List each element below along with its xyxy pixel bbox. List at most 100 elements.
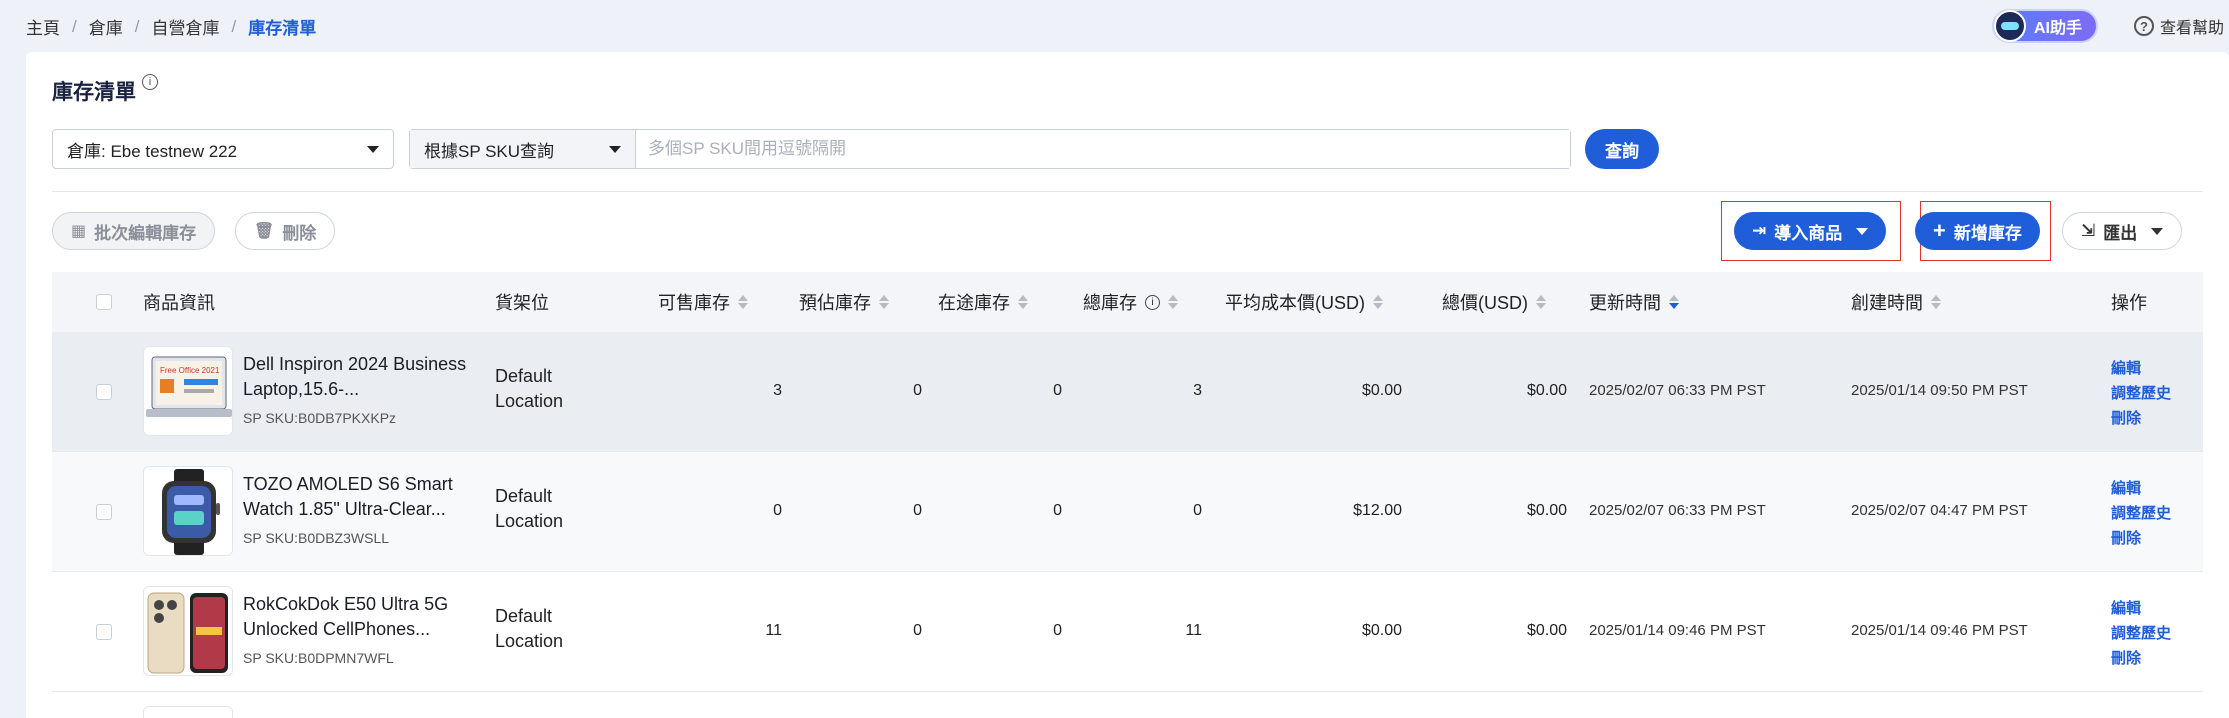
col-avg-cost[interactable]: 平均成本價(USD): [1225, 272, 1383, 332]
select-all-checkbox[interactable]: [96, 294, 112, 310]
question-icon: ?: [2134, 16, 2154, 36]
warehouse-select-value: 倉庫: Ebe testnew 222: [67, 141, 238, 161]
product-sku: SP SKU:B0DBZ3WSLL: [243, 530, 390, 546]
info-icon[interactable]: i: [142, 74, 158, 90]
caret-down-icon: [1856, 227, 1869, 235]
breadcrumb-warehouse[interactable]: 倉庫: [89, 14, 123, 39]
breadcrumb-self-warehouse[interactable]: 自營倉庫: [151, 14, 219, 39]
page-title: 庫存清單: [52, 81, 136, 104]
delete-link[interactable]: 刪除: [2111, 646, 2171, 671]
sort-icon: [1018, 295, 1028, 309]
table-row: RokCokDok E50 Ultra 5G Unlocked CellPhon…: [52, 572, 2203, 692]
created-time: 2025/01/14 09:50 PM PST: [1851, 382, 2028, 399]
breadcrumb-inventory-list: 庫存清單: [248, 19, 317, 38]
caret-down-icon: [367, 146, 379, 153]
caret-down-icon: [2151, 227, 2164, 235]
import-products-button[interactable]: ⇥ 導入商品: [1734, 212, 1887, 250]
delete-link[interactable]: 刪除: [2111, 526, 2171, 551]
export-icon: ⇲: [2081, 221, 2096, 240]
sort-icon: [1931, 295, 1941, 309]
delete-link[interactable]: 刪除: [2111, 406, 2171, 431]
col-updated[interactable]: 更新時間: [1589, 272, 1679, 332]
col-product: 商品資訊: [143, 293, 215, 313]
transit-stock: 0: [1053, 622, 1062, 639]
table-header: 商品資訊 貨架位 可售庫存 預佔庫存 在途庫存 總庫存 i 平均成本價(USD) …: [52, 272, 2203, 332]
total-stock: 3: [1193, 382, 1202, 399]
robot-icon: [1994, 10, 2026, 42]
available-stock: 11: [765, 622, 782, 639]
history-link[interactable]: 調整歷史: [2111, 381, 2171, 406]
row-actions: 編輯 調整歷史 刪除: [2111, 356, 2171, 431]
breadcrumb-home[interactable]: 主頁: [26, 14, 60, 39]
breadcrumb: 主頁 / 倉庫 / 自營倉庫 / 庫存清單: [26, 14, 316, 39]
inventory-card: 庫存清單 i 倉庫: Ebe testnew 222 根據SP SKU查詢 查詢…: [26, 52, 2229, 718]
delete-button[interactable]: 🗑 刪除: [235, 212, 336, 250]
batch-edit-button[interactable]: ▦ 批次編輯庫存: [52, 212, 216, 250]
transit-stock: 0: [1053, 502, 1062, 519]
product-thumbnail: Free Office 2021: [143, 346, 233, 436]
breadcrumb-separator: /: [134, 16, 140, 36]
row-checkbox[interactable]: [96, 384, 112, 400]
sort-icon: [1373, 295, 1383, 309]
warehouse-select[interactable]: 倉庫: Ebe testnew 222: [52, 129, 394, 169]
svg-text:Free Office 2021: Free Office 2021: [160, 366, 220, 375]
row-checkbox[interactable]: [96, 504, 112, 520]
info-icon: i: [1145, 294, 1160, 310]
import-label: 導入商品: [1774, 223, 1843, 243]
edit-link[interactable]: 編輯: [2111, 476, 2171, 501]
export-button[interactable]: ⇲ 匯出: [2062, 212, 2183, 250]
search-type-select[interactable]: 根據SP SKU查詢: [410, 130, 636, 168]
help-label: 查看幫助: [2160, 20, 2225, 37]
ai-assistant-button[interactable]: AI助手: [1992, 9, 2098, 43]
updated-time: 2025/02/07 06:33 PM PST: [1589, 382, 1766, 399]
product-sku: SP SKU:B0DPMN7WFL: [243, 650, 394, 666]
top-bar: 主頁 / 倉庫 / 自營倉庫 / 庫存清單 AI助手 ? 查看幫助: [0, 0, 2229, 50]
row-actions: 編輯 調整歷史 刪除: [2111, 476, 2171, 551]
plus-icon: +: [1933, 218, 1946, 243]
sort-icon: [879, 295, 889, 309]
created-time: 2025/01/14 09:46 PM PST: [1851, 622, 2028, 639]
sort-icon: [1168, 295, 1178, 309]
product-thumbnail: [143, 466, 233, 556]
created-time: 2025/02/07 04:47 PM PST: [1851, 502, 2028, 519]
total-value: $0.00: [1526, 382, 1567, 399]
available-stock: 0: [773, 502, 782, 519]
row-checkbox[interactable]: [96, 624, 112, 640]
batch-edit-label: 批次編輯庫存: [94, 223, 197, 243]
history-link[interactable]: 調整歷史: [2111, 501, 2171, 526]
product-sku: SP SKU:B0DB7PKXKPz: [243, 410, 397, 426]
total-value: $0.00: [1526, 622, 1567, 639]
product-thumbnail: [143, 706, 233, 718]
updated-time: 2025/02/07 06:33 PM PST: [1589, 502, 1766, 519]
delete-label: 刪除: [282, 223, 317, 243]
help-link[interactable]: ? 查看幫助: [2134, 14, 2224, 38]
available-stock: 3: [773, 382, 782, 399]
avg-cost: $0.00: [1361, 622, 1402, 639]
col-total[interactable]: 總庫存 i: [1083, 272, 1178, 332]
export-label: 匯出: [2103, 223, 2138, 243]
transit-stock: 0: [1053, 382, 1062, 399]
col-estimated[interactable]: 預佔庫存: [799, 272, 889, 332]
col-total-value[interactable]: 總價(USD): [1442, 272, 1546, 332]
caret-down-icon: [609, 146, 621, 153]
total-stock: 11: [1185, 622, 1202, 639]
divider: [52, 191, 2203, 192]
query-button[interactable]: 查詢: [1585, 129, 1659, 169]
col-transit[interactable]: 在途庫存: [938, 272, 1028, 332]
col-created[interactable]: 創建時間: [1851, 272, 1941, 332]
edit-link[interactable]: 編輯: [2111, 596, 2171, 621]
product-name[interactable]: TOZO AMOLED S6 Smart Watch 1.85" Ultra-C…: [243, 472, 473, 522]
col-available[interactable]: 可售庫存: [658, 272, 748, 332]
estimated-stock: 0: [913, 382, 922, 399]
col-actions: 操作: [2111, 293, 2147, 313]
sort-icon: [1669, 295, 1679, 309]
product-name[interactable]: RokCokDok E50 Ultra 5G Unlocked CellPhon…: [243, 592, 473, 642]
history-link[interactable]: 調整歷史: [2111, 621, 2171, 646]
edit-link[interactable]: 編輯: [2111, 356, 2171, 381]
total-stock: 0: [1193, 502, 1202, 519]
sku-search-input[interactable]: [636, 130, 1570, 168]
warehouse-icon: ▦: [71, 223, 87, 240]
add-inventory-button[interactable]: + 新增庫存: [1915, 212, 2040, 250]
product-thumbnail: [143, 586, 233, 676]
product-name[interactable]: Dell Inspiron 2024 Business Laptop,15.6-…: [243, 352, 473, 402]
